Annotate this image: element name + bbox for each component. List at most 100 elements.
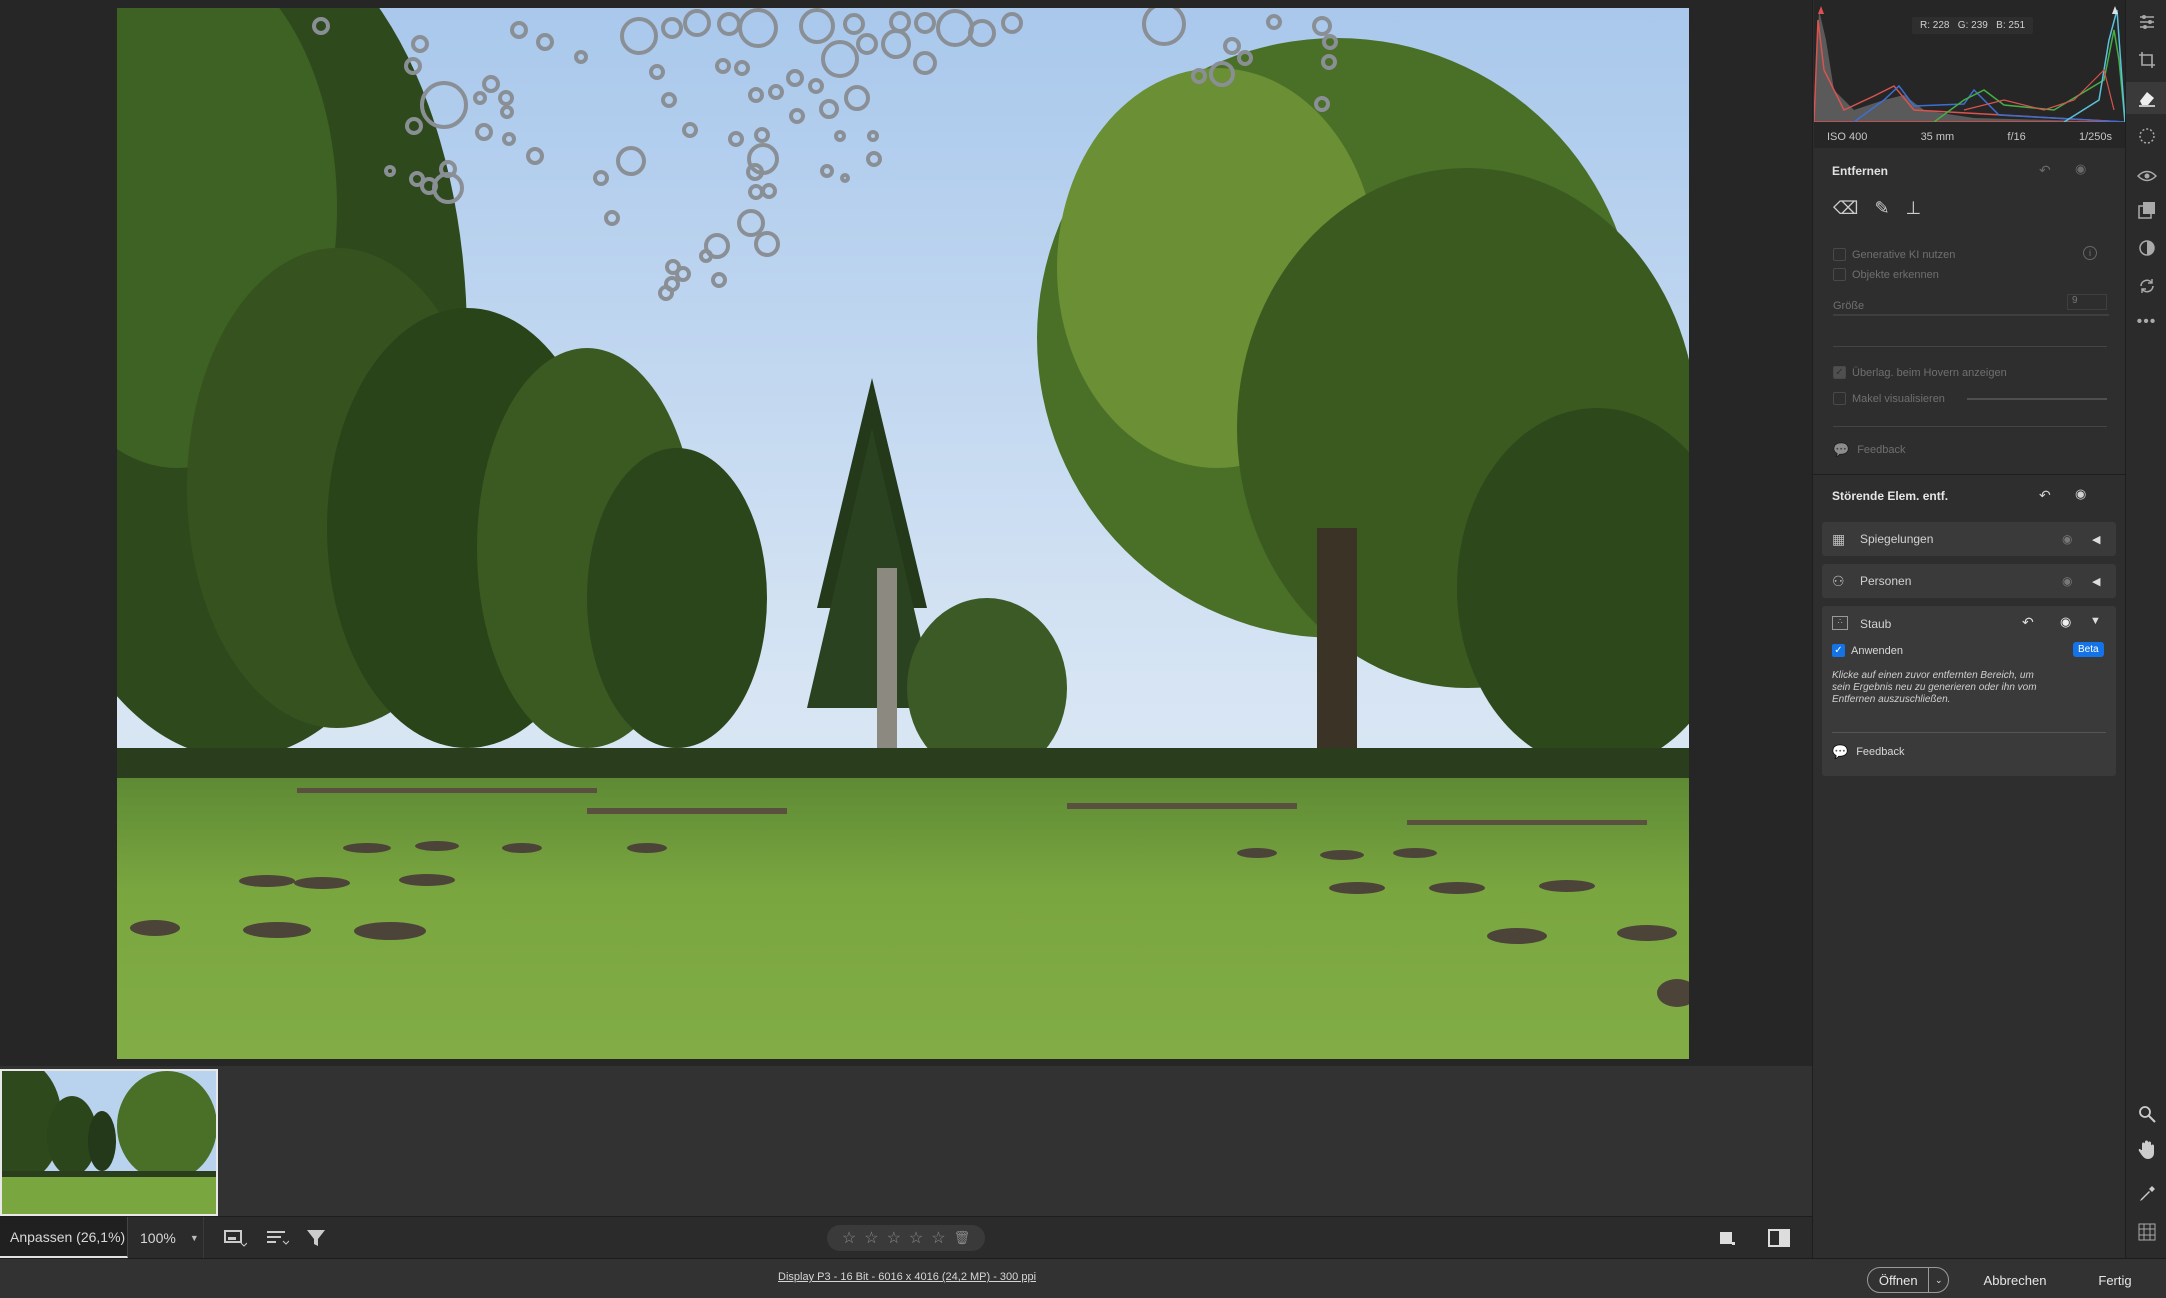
- overlay-hover-label: Überlag. beim Hovern anzeigen: [1852, 366, 2007, 379]
- star-icon[interactable]: ☆: [842, 1228, 856, 1248]
- edit-sliders-icon[interactable]: [2126, 6, 2166, 38]
- generative-ai-option[interactable]: Generative KI nutzen: [1833, 248, 1955, 261]
- star-icon[interactable]: ☆: [864, 1228, 878, 1248]
- snapshot-icon[interactable]: [2126, 232, 2166, 264]
- heal-brush-icon[interactable]: ✎: [1874, 198, 1889, 219]
- visualize-spots-option[interactable]: Makel visualisieren: [1833, 392, 1945, 405]
- shutter-speed: 1/250s: [2078, 131, 2112, 143]
- dust-hint-text: Klicke auf einen zuvor entfernten Bereic…: [1832, 670, 2037, 705]
- beta-badge: Beta: [2073, 642, 2104, 657]
- more-icon[interactable]: •••: [2126, 306, 2166, 338]
- aperture: f/16: [2007, 131, 2026, 143]
- remove-feedback-label: Feedback: [1857, 444, 1906, 456]
- star-rating[interactable]: ☆ ☆ ☆ ☆ ☆ 🗑: [827, 1225, 985, 1251]
- distractions-title: Störende Elem. entf.: [1832, 489, 1949, 503]
- camera-raw-window: Anpassen (26,1%) 100% ▼ ☆ ☆ ☆ ☆ ☆ 🗑 Disp…: [0, 0, 2166, 1298]
- presets-icon[interactable]: [2126, 194, 2166, 226]
- eye-icon[interactable]: ◉: [2062, 532, 2072, 546]
- distraction-item-dust: ∴ Staub ↶ ◉ ▼ ✓ Anwenden Beta Klicke auf…: [1822, 606, 2116, 776]
- distraction-item-people[interactable]: ⚇ Personen ◉ ◀: [1822, 564, 2116, 598]
- distractions-section: Störende Elem. entf. ↶ ◉ ▦ Spiegelungen …: [1813, 476, 2126, 786]
- dust-label: Staub: [1860, 617, 1892, 631]
- sync-icon[interactable]: [2126, 270, 2166, 302]
- dust-eye-icon[interactable]: ◉: [2060, 614, 2071, 630]
- single-view-icon[interactable]: [1712, 1217, 1742, 1258]
- hand-icon[interactable]: [2126, 1134, 2166, 1166]
- distractions-reset-icon[interactable]: ↶: [2039, 487, 2051, 504]
- remove-title: Entfernen: [1832, 164, 1889, 178]
- distractions-eye-icon[interactable]: ◉: [2075, 486, 2086, 502]
- done-button[interactable]: Fertig: [2080, 1267, 2150, 1293]
- reset-icon[interactable]: ↶: [2039, 162, 2051, 179]
- detect-objects-label: Objekte erkennen: [1852, 268, 1939, 281]
- eye-icon[interactable]: ◉: [2062, 574, 2072, 588]
- histogram: R: 228 G: 239 B: 251 ISO 400 35 mm f/16 …: [1813, 0, 2126, 148]
- star-icon[interactable]: ☆: [909, 1228, 923, 1248]
- open-split-button: Öffnen ⌄: [1867, 1267, 1949, 1293]
- zoom-level-label: 100%: [140, 1229, 176, 1246]
- expand-arrow-icon[interactable]: ▼: [2090, 615, 2101, 627]
- photo-canvas[interactable]: [117, 8, 1689, 1059]
- remove-tool-icon[interactable]: [2126, 82, 2166, 114]
- collapse-arrow-icon[interactable]: ◀: [2092, 575, 2100, 588]
- tool-strip: •••: [2125, 0, 2166, 1258]
- cancel-button[interactable]: Abbrechen: [1975, 1267, 2055, 1293]
- remove-feedback[interactable]: 💬 Feedback: [1833, 442, 1906, 458]
- apply-checkbox[interactable]: ✓: [1832, 644, 1845, 657]
- collapse-arrow-icon[interactable]: ◀: [2092, 533, 2100, 546]
- overlay-hover-checkbox[interactable]: ✓: [1833, 366, 1846, 379]
- status-bar: Display P3 - 16 Bit - 6016 x 4016 (24,2 …: [0, 1258, 2166, 1298]
- masking-icon[interactable]: [2126, 120, 2166, 152]
- fit-zoom-button[interactable]: Anpassen (26,1%): [0, 1217, 128, 1258]
- reflections-label: Spiegelungen: [1860, 532, 1934, 546]
- filmstrip-display-icon[interactable]: [220, 1217, 250, 1258]
- grid-icon[interactable]: [2126, 1216, 2166, 1248]
- clone-stamp-icon[interactable]: ⊥: [1906, 198, 1922, 219]
- view-bar: Anpassen (26,1%) 100% ▼ ☆ ☆ ☆ ☆ ☆ 🗑: [0, 1216, 1812, 1258]
- detect-objects-option[interactable]: Objekte erkennen: [1833, 268, 1939, 281]
- apply-label: Anwenden: [1851, 644, 1903, 657]
- visualize-spots-label: Makel visualisieren: [1852, 392, 1945, 405]
- feedback-icon: 💬: [1832, 744, 1849, 759]
- eyedropper-icon[interactable]: [2126, 1178, 2166, 1210]
- canvas-area: [0, 0, 1812, 1066]
- visualize-spots-checkbox[interactable]: [1833, 392, 1846, 405]
- open-options-chevron-icon[interactable]: ⌄: [1928, 1268, 1948, 1292]
- people-icon: ⚇: [1832, 572, 1845, 589]
- file-info-link[interactable]: Display P3 - 16 Bit - 6016 x 4016 (24,2 …: [778, 1271, 1036, 1283]
- generative-ai-checkbox[interactable]: [1833, 248, 1846, 261]
- info-icon[interactable]: i: [2083, 246, 2097, 260]
- filmstrip-thumbnail[interactable]: [0, 1069, 218, 1216]
- before-after-icon[interactable]: [1764, 1217, 1794, 1258]
- zoom-level-select[interactable]: 100% ▼: [128, 1217, 204, 1258]
- sort-icon[interactable]: [262, 1217, 292, 1258]
- apply-option[interactable]: ✓ Anwenden: [1832, 644, 1903, 657]
- detect-objects-checkbox[interactable]: [1833, 268, 1846, 281]
- focal-length: 35 mm: [1920, 131, 1955, 143]
- people-label: Personen: [1860, 574, 1912, 588]
- visualize-spots-slider[interactable]: [1967, 398, 2107, 400]
- chevron-down-icon: ▼: [189, 1232, 199, 1243]
- open-button[interactable]: Öffnen: [1868, 1273, 1928, 1288]
- generative-ai-label: Generative KI nutzen: [1852, 248, 1956, 261]
- iso-value: ISO 400: [1827, 131, 1868, 143]
- star-icon[interactable]: ☆: [931, 1228, 945, 1248]
- overlay-hover-option[interactable]: ✓ Überlag. beim Hovern anzeigen: [1833, 366, 2007, 379]
- dust-reset-icon[interactable]: ↶: [2022, 614, 2034, 631]
- filmstrip: [0, 1066, 1812, 1216]
- eraser-icon[interactable]: ⌫: [1833, 198, 1858, 219]
- distraction-item-reflections[interactable]: ▦ Spiegelungen ◉ ◀: [1822, 522, 2116, 556]
- size-value-input[interactable]: 9: [2067, 294, 2107, 310]
- star-icon[interactable]: ☆: [887, 1228, 901, 1248]
- edit-panel: R: 228 G: 239 B: 251 ISO 400 35 mm f/16 …: [1812, 0, 2126, 1258]
- zoom-icon[interactable]: [2126, 1098, 2166, 1130]
- size-slider[interactable]: Größe 9: [1833, 294, 2109, 316]
- photo-image[interactable]: [117, 8, 1689, 1059]
- crop-icon[interactable]: [2126, 44, 2166, 76]
- red-eye-icon[interactable]: [2126, 160, 2166, 192]
- distractions-feedback[interactable]: 💬 Feedback: [1832, 744, 1905, 760]
- filter-icon[interactable]: [302, 1217, 332, 1258]
- trash-icon[interactable]: 🗑: [954, 1230, 971, 1246]
- eye-icon[interactable]: ◉: [2075, 161, 2086, 177]
- reflections-icon: ▦: [1832, 530, 1846, 547]
